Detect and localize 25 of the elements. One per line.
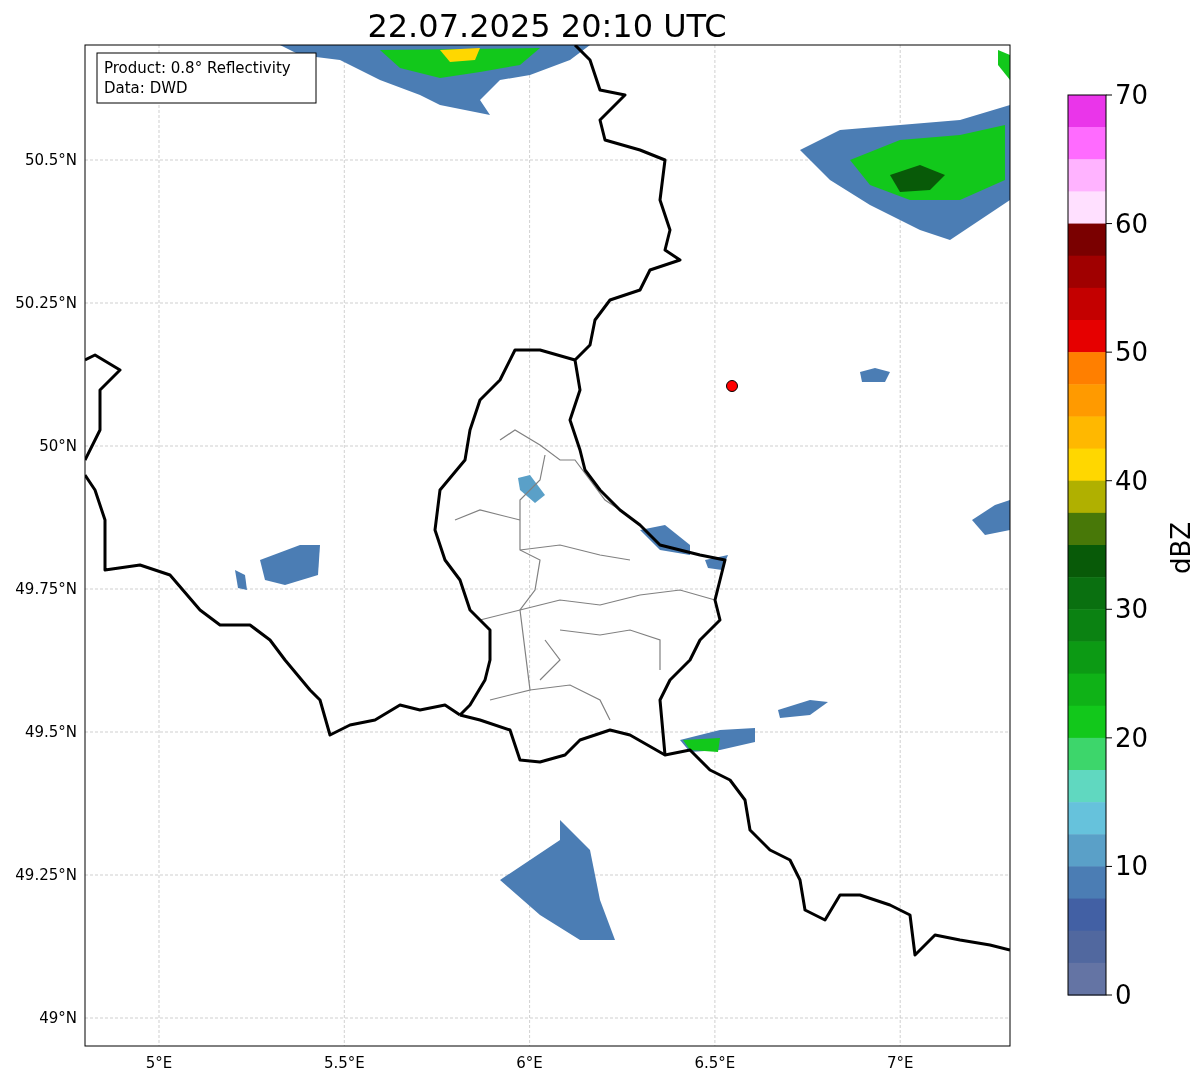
longitude-label: 6.5°E	[694, 1054, 736, 1072]
latitude-label: 49.25°N	[15, 866, 77, 884]
colorbar-tick-label: 70	[1115, 80, 1149, 110]
longitude-label: 5°E	[145, 1054, 173, 1072]
longitude-label: 5.5°E	[323, 1054, 365, 1072]
chart-title: 22.07.2025 20:10 UTC	[367, 7, 727, 45]
colorbar-tick-label: 20	[1115, 722, 1149, 753]
latitude-label: 50.5°N	[24, 151, 77, 169]
latitude-label: 49.75°N	[15, 580, 77, 598]
colorbar-tick-label: 30	[1115, 594, 1149, 625]
radar-site-marker	[726, 380, 738, 392]
info-text: Product: 0.8° Reflectivity	[104, 59, 291, 77]
colorbar-tick-label: 10	[1115, 851, 1149, 882]
colorbar-tick-label: 60	[1115, 208, 1149, 239]
longitude-label: 6°E	[516, 1054, 543, 1072]
latitude-label: 49°N	[39, 1009, 77, 1027]
latitude-label: 50°N	[39, 437, 77, 455]
longitude-label: 7°E	[886, 1054, 914, 1072]
latitude-label: 49.5°N	[24, 723, 77, 741]
colorbar-tick-label: 40	[1115, 465, 1149, 496]
info-text: Data: DWD	[104, 79, 188, 97]
colorbar-tick-label: 0	[1115, 980, 1132, 1010]
colorbar-label: dBZ	[1166, 521, 1196, 575]
colorbar-tick-label: 50	[1115, 337, 1149, 368]
latitude-label: 50.25°N	[15, 294, 77, 312]
